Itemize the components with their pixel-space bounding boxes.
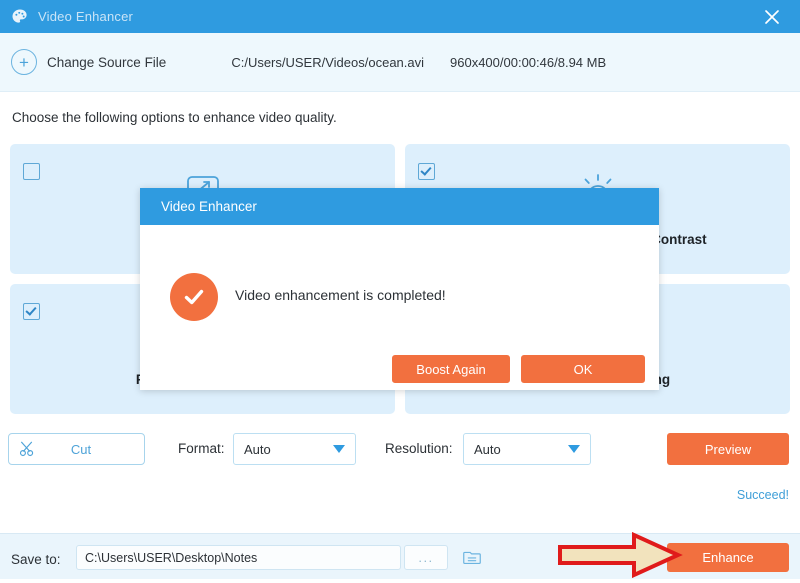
format-label: Format: [178,441,225,456]
checkbox-optimize-brightness-contrast[interactable] [418,163,435,180]
source-file-bar: + Change Source File C:/Users/USER/Video… [0,33,800,92]
browse-ellipsis-button[interactable]: ... [404,545,448,570]
tool-row: Cut Format: Auto Resolution: Auto Previe… [0,433,800,467]
window-titlebar: Video Enhancer [0,0,800,33]
save-to-path-value: C:\Users\USER\Desktop\Notes [85,550,258,565]
save-to-label: Save to: [11,552,61,567]
completion-dialog: Video Enhancer Video enhancement is comp… [140,188,659,390]
source-file-meta: 960x400/00:00:46/8.94 MB [450,54,607,70]
bottom-bar: Save to: C:\Users\USER\Desktop\Notes ...… [0,533,800,579]
dialog-body: Video enhancement is completed! Boost Ag… [140,225,659,390]
dialog-titlebar: Video Enhancer [140,188,659,225]
format-value: Auto [244,441,271,457]
dialog-message: Video enhancement is completed! [235,287,446,303]
checkbox-remove-video-noise[interactable] [23,303,40,320]
window-title: Video Enhancer [38,9,134,24]
close-icon[interactable] [752,0,792,33]
resolution-value: Auto [474,441,501,457]
boost-again-button[interactable]: Boost Again [392,355,510,383]
cut-button[interactable]: Cut [8,433,145,465]
chevron-down-icon [568,445,580,453]
cut-button-label: Cut [70,441,92,457]
palette-icon [10,7,30,27]
source-file-path: C:/Users/USER/Videos/ocean.avi [231,54,425,70]
dialog-actions: Boost Again OK [140,355,659,383]
format-select[interactable]: Auto [233,433,356,465]
resolution-select[interactable]: Auto [463,433,591,465]
instruction-text: Choose the following options to enhance … [12,110,337,125]
dialog-title: Video Enhancer [161,199,257,214]
ok-button[interactable]: OK [521,355,645,383]
change-source-file-button[interactable]: Change Source File [47,55,166,70]
checkbox-upscale-resolution[interactable] [23,163,40,180]
success-check-icon [170,273,218,321]
preview-button[interactable]: Preview [667,433,789,465]
scissors-icon [18,440,36,458]
status-badge[interactable]: Succeed! [737,488,789,502]
plus-circle-icon[interactable]: + [11,49,37,75]
resolution-label: Resolution: [385,441,453,456]
folder-document-icon[interactable] [458,543,486,571]
save-to-input[interactable]: C:\Users\USER\Desktop\Notes [76,545,401,570]
chevron-down-icon [333,445,345,453]
enhance-button[interactable]: Enhance [667,543,789,572]
